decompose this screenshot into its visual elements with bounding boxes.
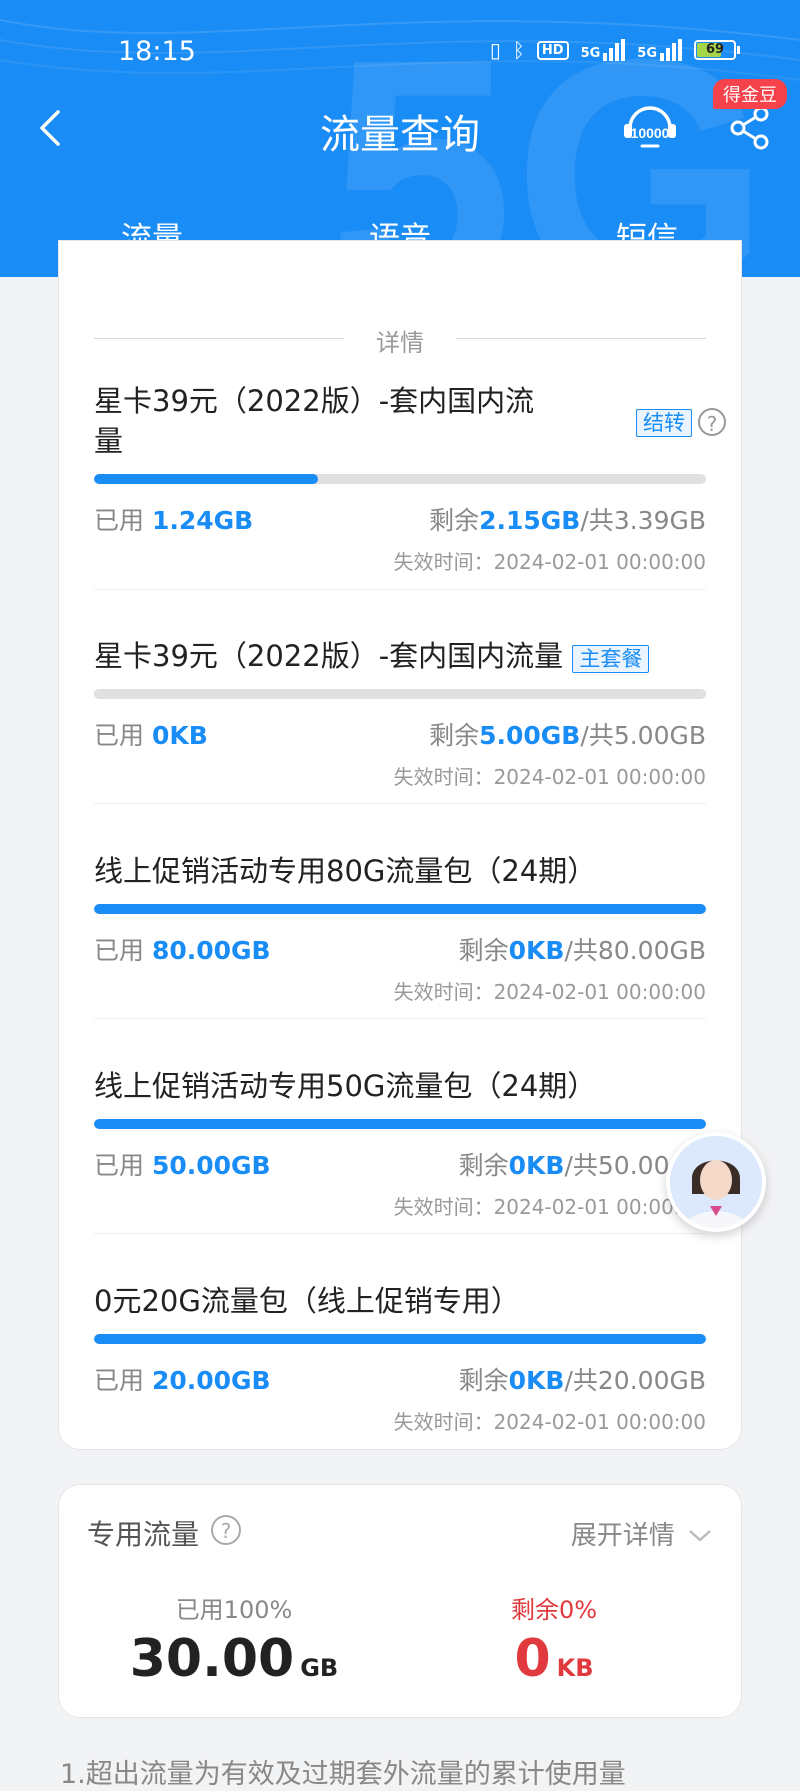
divider	[94, 589, 706, 590]
total-amount: 3.39GB	[613, 506, 706, 535]
expire-time: 失效时间：2024-02-01 00:00:00	[393, 1195, 706, 1219]
remaining-amount: 2.15GB	[479, 506, 581, 535]
app-header: 5G 18:15 ▯ ᛒ HD 5G 5G 69 流量查询 10000 得金豆 …	[0, 0, 800, 277]
list-item: 线上促销活动专用50G流量包（24期） 已用 50.00GB 剩余0KB/共50…	[94, 1066, 706, 1226]
share-icon[interactable]	[730, 106, 770, 150]
total-amount: 80.00GB	[597, 936, 706, 965]
expire-time: 失效时间：2024-02-01 00:00:00	[393, 1410, 706, 1434]
svg-text:10000: 10000	[631, 125, 670, 141]
item-title: 0元20G流量包（线上促销专用）	[94, 1284, 520, 1318]
divider	[94, 1018, 706, 1019]
vibrate-icon: ▯	[489, 38, 501, 62]
usage-progress-bar	[94, 689, 706, 699]
usage-progress-bar	[94, 904, 706, 914]
signal-5g-icon: 5G	[581, 39, 626, 61]
expire-time: 失效时间：2024-02-01 00:00:00	[393, 765, 706, 789]
hd-icon: HD	[536, 40, 569, 60]
chevron-down-icon	[689, 1530, 711, 1542]
special-used-value: 30.00 GB	[129, 1629, 339, 1689]
item-title: 线上促销活动专用80G流量包（24期）	[94, 854, 597, 888]
used-amount: 50.00GB	[151, 1151, 271, 1180]
special-data-title: 专用流量	[87, 1518, 200, 1551]
used-amount: 20.00GB	[151, 1366, 271, 1395]
detail-header: 详情	[94, 323, 706, 357]
data-detail-card: 详情 星卡39元（2022版）-套内国内流量 结转 ? 已用 1.24GB 剩余…	[58, 240, 742, 1450]
list-item: 星卡39元（2022版）-套内国内流量 主套餐 已用 0KB 剩余5.00GB/…	[94, 636, 706, 796]
used-amount: 0KB	[151, 721, 208, 750]
remaining-amount: 5.00GB	[479, 721, 581, 750]
status-icons: ▯ ᛒ HD 5G 5G 69	[490, 38, 740, 62]
item-title: 星卡39元（2022版）-套内国内流量	[94, 384, 535, 458]
gold-bean-badge[interactable]: 得金豆	[713, 79, 787, 109]
page-title: 流量查询	[320, 112, 480, 158]
special-remaining-column: 剩余0% 0 KB	[404, 1590, 704, 1689]
expand-details-button[interactable]: 展开详情	[571, 1515, 713, 1552]
help-icon[interactable]: ?	[698, 408, 726, 436]
total-amount: 20.00GB	[597, 1366, 706, 1395]
assistant-avatar[interactable]	[666, 1132, 766, 1232]
special-used-column: 已用100% 30.00 GB	[84, 1590, 384, 1689]
help-icon[interactable]: ?	[211, 1515, 241, 1545]
divider	[94, 1233, 706, 1234]
signal-5g-icon: 5G	[637, 39, 682, 61]
battery-icon: 69	[694, 40, 740, 60]
remaining-amount: 0KB	[508, 1366, 565, 1395]
assistant-portrait-icon	[670, 1136, 762, 1228]
item-title: 星卡39元（2022版）-套内国内流量 主套餐	[94, 636, 706, 676]
total-amount: 5.00GB	[613, 721, 706, 750]
divider	[94, 803, 706, 804]
bluetooth-icon: ᛒ	[512, 38, 525, 62]
item-title: 线上促销活动专用50G流量包（24期）	[94, 1069, 597, 1103]
used-amount: 1.24GB	[151, 506, 254, 535]
usage-progress-bar	[94, 1334, 706, 1344]
list-item: 星卡39元（2022版）-套内国内流量 结转 ? 已用 1.24GB 剩余2.1…	[94, 381, 726, 574]
status-time: 18:15	[118, 36, 196, 67]
remaining-amount: 0KB	[508, 936, 565, 965]
special-remaining-label: 剩余0%	[510, 1596, 598, 1624]
main-package-tag: 主套餐	[572, 645, 650, 673]
footnote: 1.超出流量为有效及过期套外流量的累计使用量	[60, 1759, 626, 1790]
list-item: 线上促销活动专用80G流量包（24期） 已用 80.00GB 剩余0KB/共80…	[94, 851, 706, 1011]
special-remaining-value: 0 KB	[514, 1629, 594, 1689]
remaining-amount: 0KB	[508, 1151, 565, 1180]
carryover-tag: 结转	[636, 409, 692, 437]
special-used-label: 已用100%	[175, 1596, 293, 1624]
expire-time: 失效时间：2024-02-01 00:00:00	[393, 980, 706, 1004]
expire-time: 失效时间：2024-02-01 00:00:00	[393, 550, 706, 574]
usage-progress-bar	[94, 1119, 706, 1129]
battery-level: 69	[705, 42, 725, 57]
special-data-card: 专用流量 ? 展开详情 已用100% 30.00 GB 剩余0% 0 KB	[58, 1484, 742, 1718]
customer-service-10000-icon[interactable]: 10000	[622, 104, 678, 152]
detail-header-label: 详情	[376, 329, 424, 357]
status-bar: 18:15 ▯ ᛒ HD 5G 5G 69	[0, 0, 800, 90]
list-item: 0元20G流量包（线上促销专用） 已用 20.00GB 剩余0KB/共20.00…	[94, 1281, 706, 1441]
usage-progress-bar	[94, 474, 706, 484]
used-amount: 80.00GB	[151, 936, 271, 965]
